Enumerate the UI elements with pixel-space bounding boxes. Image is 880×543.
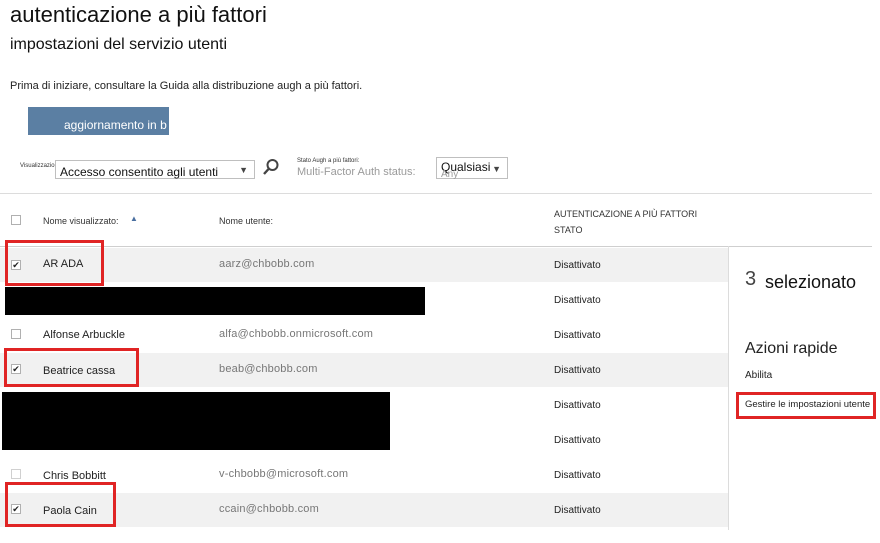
chevron-down-icon: ▼ <box>239 165 248 175</box>
table-top-divider <box>0 193 872 194</box>
row-user-name: aarz@chbobb.com <box>219 258 315 270</box>
highlight-box <box>4 348 139 387</box>
bulk-update-button[interactable]: aggiornamento in b <box>28 107 169 135</box>
row-checkbox[interactable] <box>11 329 21 339</box>
selected-count: 3 <box>745 268 757 290</box>
row-checkbox[interactable] <box>11 469 21 479</box>
selected-label: selezionato <box>765 272 857 292</box>
row-mfa-status: Disattivato <box>554 470 601 481</box>
redacted-row-block <box>2 392 390 450</box>
mfa-status-label: Stato Augh a più fattori: <box>297 158 360 164</box>
mfa-status-ghost-label: Multi-Factor Auth status: <box>297 166 416 178</box>
page-title: autenticazione a più fattori <box>10 2 267 27</box>
redacted-row-block <box>5 287 425 315</box>
row-mfa-status: Disattivato <box>554 365 601 376</box>
row-user-name: beab@chbobb.com <box>219 363 318 375</box>
row-user-name: ccain@chbobb.com <box>219 503 319 515</box>
chevron-down-icon: ▼ <box>492 164 501 174</box>
row-mfa-status: Disattivato <box>554 400 601 411</box>
view-select-value: Accesso consentito agli utenti <box>60 165 219 179</box>
table-row[interactable]: ✔ AR ADA aarz@chbobb.com Disattivato <box>0 248 728 282</box>
row-mfa-status: Disattivato <box>554 505 601 516</box>
quick-actions-heading: Azioni rapide <box>745 340 838 357</box>
column-header-user-name[interactable]: Nome utente: <box>219 216 273 226</box>
column-header-mfa-status[interactable]: AUTENTICAZIONE A PIÙ FATTORI <box>554 209 697 219</box>
mfa-status-ghost-value: Any <box>441 169 459 180</box>
highlight-box <box>5 482 116 527</box>
row-mfa-status: Disattivato <box>554 260 601 271</box>
search-icon[interactable] <box>262 158 280 176</box>
column-header-display-name[interactable]: Nome visualizzato: <box>43 216 119 226</box>
select-all-checkbox[interactable] <box>11 215 21 225</box>
highlight-box <box>5 240 104 286</box>
page-subtitle: impostazioni del servizio utenti <box>10 36 227 53</box>
row-mfa-status: Disattivato <box>554 295 601 306</box>
row-user-name: alfa@chbobb.onmicrosoft.com <box>219 328 374 340</box>
row-mfa-status: Disattivato <box>554 330 601 341</box>
column-header-mfa-status-line2: STATO <box>554 225 583 235</box>
row-display-name[interactable]: Alfonse Arbuckle <box>43 329 125 341</box>
row-mfa-status: Disattivato <box>554 435 601 446</box>
row-display-name[interactable]: Chris Bobbitt <box>43 470 106 482</box>
row-user-name: v-chbobb@microsoft.com <box>219 468 349 480</box>
highlight-box <box>736 392 876 419</box>
table-row[interactable]: Alfonse Arbuckle alfa@chbobb.onmicrosoft… <box>0 318 728 352</box>
mfa-status-select[interactable]: Qualsiasi Any ▼ <box>436 157 508 180</box>
intro-text: Prima di iniziare, consultare la Guida a… <box>10 80 363 92</box>
table-header-divider <box>0 246 872 247</box>
view-select[interactable]: Accesso consentito agli utenti ▼ <box>55 160 255 179</box>
enable-link[interactable]: Abilita <box>745 370 772 381</box>
sort-ascending-icon[interactable]: ▲ <box>130 214 138 223</box>
panel-divider <box>728 246 729 530</box>
